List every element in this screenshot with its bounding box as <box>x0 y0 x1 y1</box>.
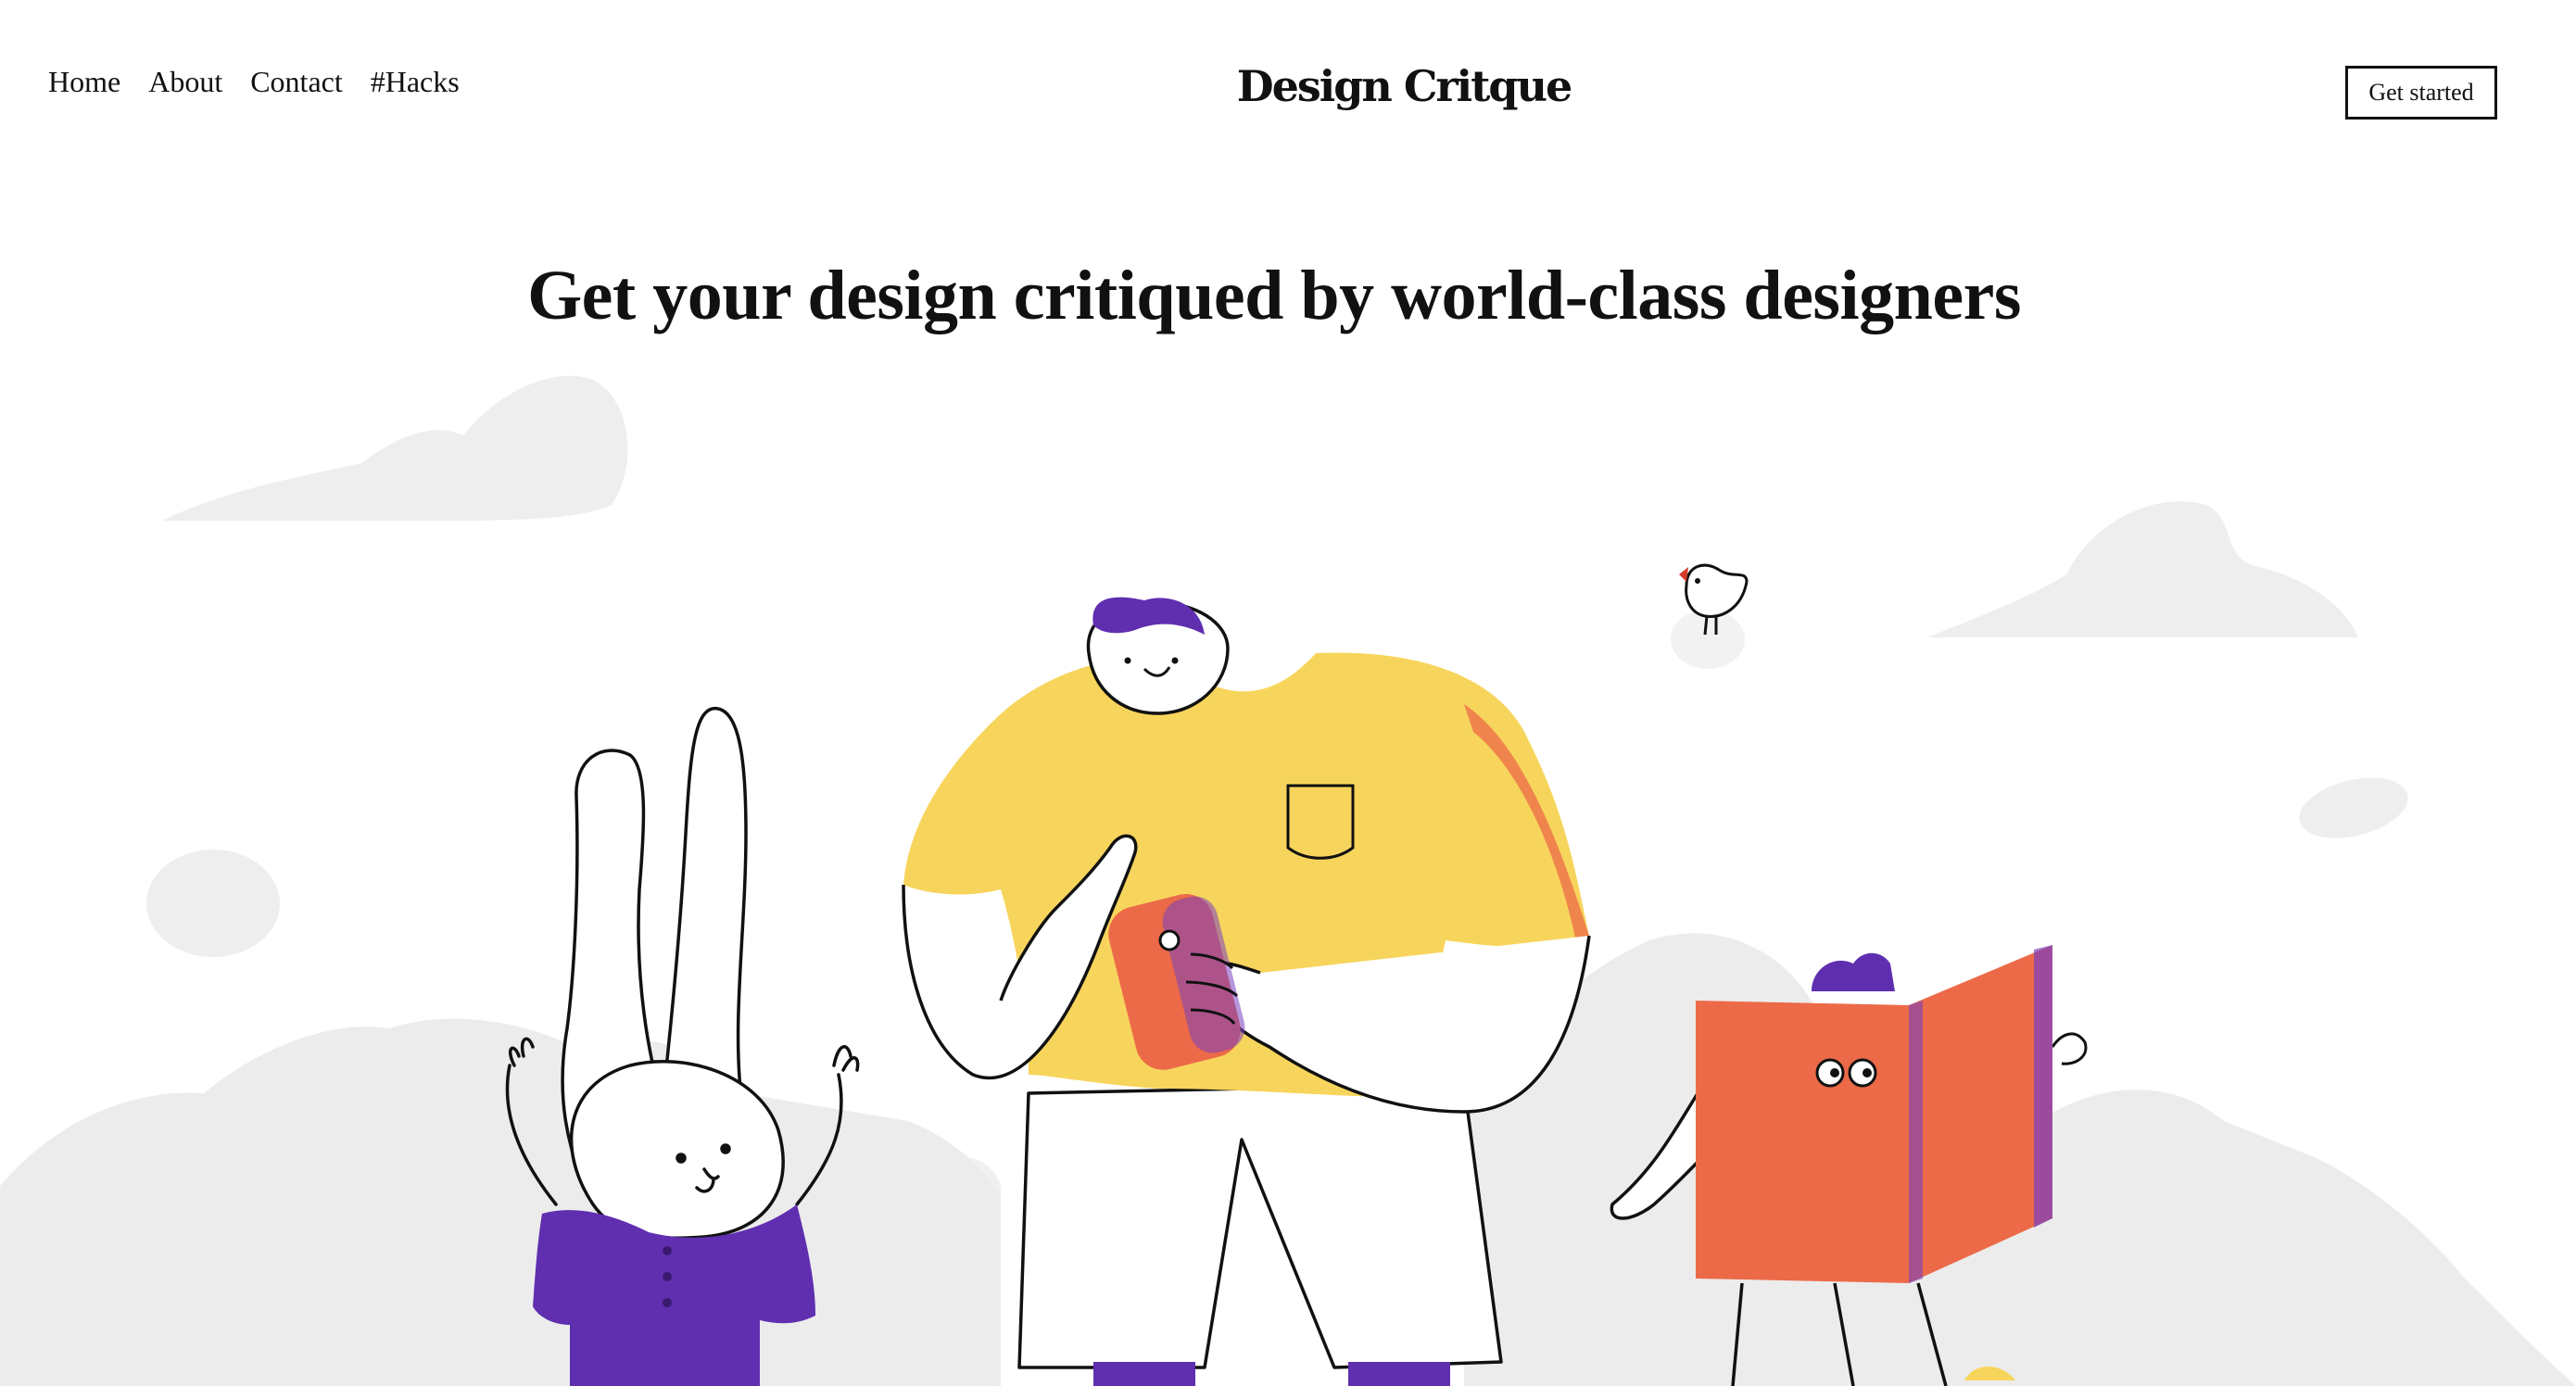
hero-illustration <box>0 375 2576 1386</box>
landing-page: Home About Contact #Hacks Design Critque… <box>0 0 2576 1386</box>
nav-link-home[interactable]: Home <box>48 65 120 99</box>
brand-title[interactable]: Design Critque <box>1237 61 1573 111</box>
nav-link-about[interactable]: About <box>148 65 222 99</box>
main-nav: Home About Contact #Hacks <box>48 65 460 99</box>
get-started-button[interactable]: Get started <box>2345 66 2497 120</box>
nav-link-hacks[interactable]: #Hacks <box>371 65 460 99</box>
hero-title: Get your design critiqued by world-class… <box>527 257 2021 334</box>
nav-link-contact[interactable]: Contact <box>250 65 343 99</box>
man-character <box>902 597 1591 1386</box>
